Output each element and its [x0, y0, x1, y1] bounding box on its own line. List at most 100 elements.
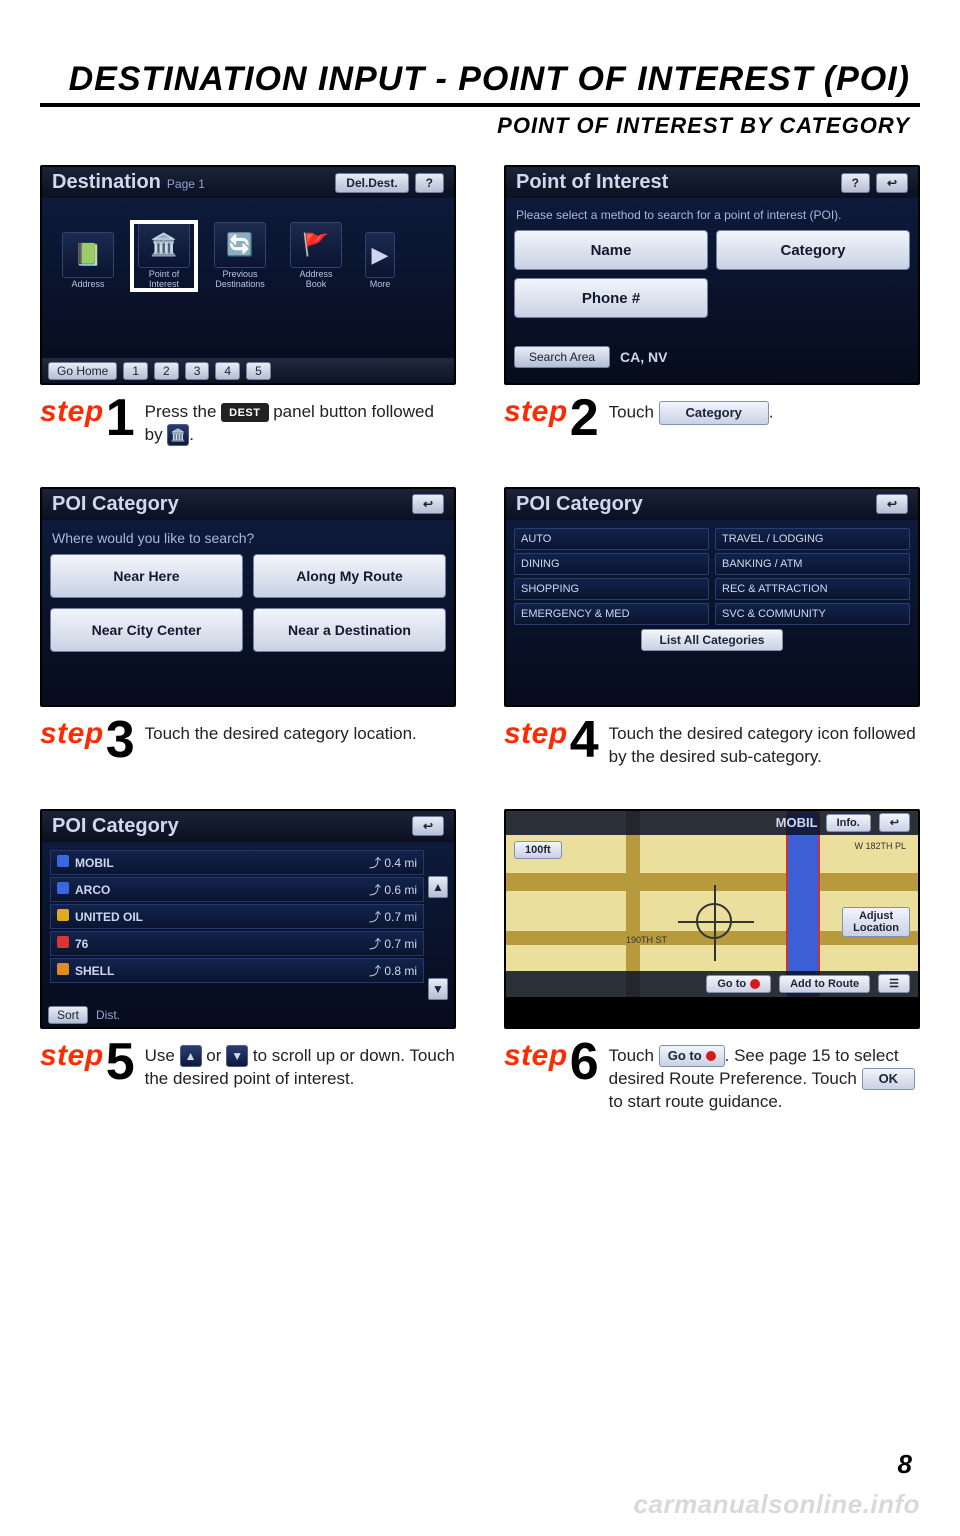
list-all-categories-button[interactable]: List All Categories	[641, 629, 784, 651]
scroll-down-icon: ▼	[226, 1045, 248, 1067]
sort-button[interactable]: Sort	[48, 1006, 88, 1024]
step-5-number: 5	[106, 1039, 135, 1086]
s4-back-button[interactable]: ↩	[876, 494, 908, 514]
cat-banking[interactable]: BANKING / ATM	[715, 553, 910, 575]
s2-header: Point of Interest	[516, 171, 668, 194]
page-number: 8	[898, 1449, 912, 1480]
s2-help-button[interactable]: ?	[841, 173, 870, 193]
s5-back-button[interactable]: ↩	[412, 816, 444, 836]
step-1-text: Press the DEST panel button followed by …	[145, 395, 456, 447]
go-home-button[interactable]: Go Home	[48, 362, 117, 380]
step-2-text: Touch Category.	[609, 395, 774, 425]
preset-2[interactable]: 2	[154, 362, 179, 380]
cat-travel[interactable]: TRAVEL / LODGING	[715, 528, 910, 550]
s4-header: POI Category	[516, 493, 643, 516]
category-chip: Category	[659, 401, 769, 425]
title-rule	[40, 103, 920, 107]
along-route-button[interactable]: Along My Route	[253, 554, 446, 598]
step-label: step	[40, 717, 104, 751]
map-back-button[interactable]: ↩	[879, 813, 910, 832]
poi-category-button[interactable]: Category	[716, 230, 910, 270]
dest-previous[interactable]: 🔄Previous Destinations	[208, 222, 272, 290]
poi-phone-button[interactable]: Phone #	[514, 278, 708, 318]
map-scale-button[interactable]: 100ft	[514, 841, 562, 859]
result-row-arco[interactable]: ARCO⤴ 0.6 mi	[50, 877, 424, 902]
screen-poi-cat-list: POI Category ↩ AUTO TRAVEL / LODGING DIN…	[504, 487, 920, 707]
near-here-button[interactable]: Near Here	[50, 554, 243, 598]
result-row-shell[interactable]: SHELL⤴ 0.8 mi	[50, 958, 424, 983]
help-button[interactable]: ?	[415, 173, 444, 193]
map-brand: MOBIL	[776, 815, 818, 830]
dest-panel-chip: DEST	[221, 403, 268, 423]
step-1-caption: step 1 Press the DEST panel button follo…	[40, 395, 456, 447]
cat-emergency[interactable]: EMERGENCY & MED	[514, 603, 709, 625]
step-label: step	[40, 1039, 104, 1073]
screen-poi-results: POI Category ↩ MOBIL⤴ 0.4 mi ARCO⤴ 0.6 m…	[40, 809, 456, 1029]
dest-address[interactable]: 📗Address	[56, 232, 120, 290]
scroll-down-button[interactable]: ▼	[428, 978, 448, 1000]
page-title: DESTINATION INPUT - POINT OF INTEREST (P…	[40, 60, 920, 99]
s1-header-page: Page 1	[167, 177, 205, 191]
add-to-route-button[interactable]: Add to Route	[779, 975, 870, 993]
s2-back-button[interactable]: ↩	[876, 173, 908, 193]
map-crosshair-icon	[696, 903, 732, 939]
cat-svc[interactable]: SVC & COMMUNITY	[715, 603, 910, 625]
step-5-cell: POI Category ↩ MOBIL⤴ 0.4 mi ARCO⤴ 0.6 m…	[40, 809, 456, 1114]
near-destination-button[interactable]: Near a Destination	[253, 608, 446, 652]
del-dest-button[interactable]: Del.Dest.	[335, 173, 408, 193]
map-menu-button[interactable]: ☰	[878, 974, 910, 993]
cat-rec[interactable]: REC & ATTRACTION	[715, 578, 910, 600]
step-3-caption: step 3 Touch the desired category locati…	[40, 717, 456, 764]
street-label-190th: 190TH ST	[626, 935, 667, 945]
s3-header: POI Category	[52, 493, 179, 516]
dest-poi[interactable]: 🏛️Point of Interest	[132, 222, 196, 290]
sort-value: Dist.	[96, 1008, 120, 1022]
poi-icon: 🏛️	[167, 424, 189, 446]
step-4-number: 4	[570, 717, 599, 764]
dest-more[interactable]: ▶More	[360, 232, 400, 290]
screen-poi-cat-where: POI Category ↩ Where would you like to s…	[40, 487, 456, 707]
step-6-number: 6	[570, 1039, 599, 1086]
search-area-button[interactable]: Search Area	[514, 346, 610, 368]
result-row-76[interactable]: 76⤴ 0.7 mi	[50, 931, 424, 956]
step-label: step	[40, 395, 104, 429]
preset-1[interactable]: 1	[123, 362, 148, 380]
page-subtitle: POINT OF INTEREST BY CATEGORY	[40, 113, 920, 139]
cat-auto[interactable]: AUTO	[514, 528, 709, 550]
search-area-value: CA, NV	[620, 349, 667, 365]
dest-address-book[interactable]: 🚩Address Book	[284, 222, 348, 290]
s3-hint: Where would you like to search?	[52, 530, 444, 546]
result-row-united-oil[interactable]: UNITED OIL⤴ 0.7 mi	[50, 904, 424, 929]
step-label: step	[504, 1039, 568, 1073]
step-6-text: Touch Go to. See page 15 to select desir…	[609, 1039, 920, 1114]
cat-shopping[interactable]: SHOPPING	[514, 578, 709, 600]
s3-back-button[interactable]: ↩	[412, 494, 444, 514]
poi-name-button[interactable]: Name	[514, 230, 708, 270]
steps-grid: Destination Page 1 Del.Dest. ? 📗Address 🏛…	[40, 165, 920, 1114]
step-3-number: 3	[106, 717, 135, 764]
step-2-number: 2	[570, 395, 599, 442]
step-2-caption: step 2 Touch Category.	[504, 395, 920, 442]
goto-chip: Go to	[659, 1045, 725, 1067]
screen-map: 190TH ST W 182TH PL MOBIL Info. ↩ 100ft …	[504, 809, 920, 1029]
go-to-button[interactable]: Go to	[706, 975, 771, 993]
result-row-mobil[interactable]: MOBIL⤴ 0.4 mi	[50, 850, 424, 875]
map-info-button[interactable]: Info.	[826, 814, 871, 832]
step-2-cell: Point of Interest ? ↩ Please select a me…	[504, 165, 920, 447]
preset-4[interactable]: 4	[215, 362, 240, 380]
s1-header: Destination	[52, 171, 161, 193]
cat-dining[interactable]: DINING	[514, 553, 709, 575]
step-6-cell: 190TH ST W 182TH PL MOBIL Info. ↩ 100ft …	[504, 809, 920, 1114]
scroll-up-button[interactable]: ▲	[428, 876, 448, 898]
preset-5[interactable]: 5	[246, 362, 271, 380]
step-1-number: 1	[106, 395, 135, 442]
adjust-location-button[interactable]: Adjust Location	[842, 907, 910, 937]
near-city-center-button[interactable]: Near City Center	[50, 608, 243, 652]
scroll-up-icon: ▲	[180, 1045, 202, 1067]
screen-poi: Point of Interest ? ↩ Please select a me…	[504, 165, 920, 385]
step-4-caption: step 4 Touch the desired category icon f…	[504, 717, 920, 769]
step-4-cell: POI Category ↩ AUTO TRAVEL / LODGING DIN…	[504, 487, 920, 769]
step-6-caption: step 6 Touch Go to. See page 15 to selec…	[504, 1039, 920, 1114]
preset-3[interactable]: 3	[185, 362, 210, 380]
step-1-cell: Destination Page 1 Del.Dest. ? 📗Address 🏛…	[40, 165, 456, 447]
